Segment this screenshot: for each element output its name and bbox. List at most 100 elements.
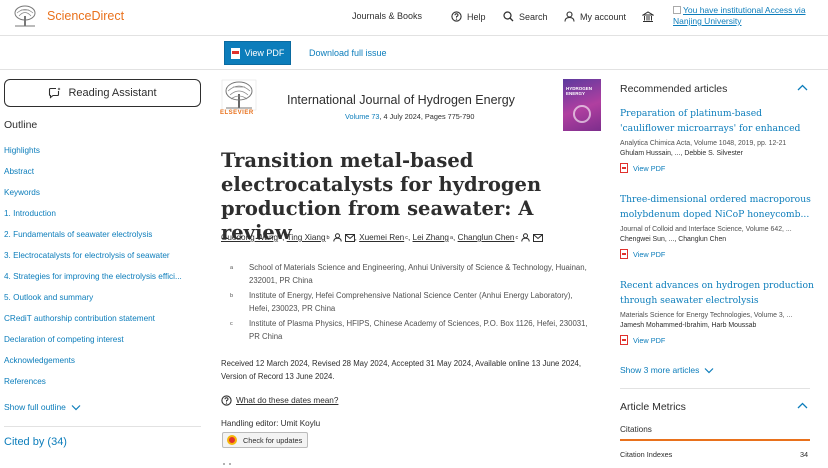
recommended-articles-heading: Recommended articles [620,83,728,95]
show-full-outline-button[interactable]: Show full outline [4,402,81,412]
elsevier-tree-icon [12,4,38,28]
recommended-article: Recent advances on hydrogen production t… [620,278,816,364]
author-name[interactable]: Guodong Wang [221,233,278,242]
outline-item[interactable]: Abstract [4,165,200,186]
journal-volume-info: Volume 73, 4 July 2024, Pages 775-790 [345,112,474,121]
recommended-view-pdf[interactable]: View PDF [620,163,816,173]
author-name[interactable]: Ting Xiang [287,233,326,242]
outline-item[interactable]: Keywords [4,186,200,207]
chevron-down-icon [71,404,81,410]
pdf-icon [620,163,628,173]
institutional-access-link[interactable]: You have institutional Access via Nanjin… [673,5,823,27]
affiliation-text: Institute of Energy, Hefei Comprehensive… [249,291,573,313]
show-more-articles-button[interactable]: Show 3 more articles [620,365,714,375]
affiliation: b Institute of Energy, Hefei Comprehensi… [230,290,593,315]
affiliation-sup: b [230,293,234,299]
broken-image-icon [673,6,681,14]
chevron-down-icon [704,367,714,373]
nav-help[interactable]: Help [451,11,486,22]
search-icon [503,11,514,22]
recommended-article-source: Journal of Colloid and Interface Science… [620,226,792,233]
dates-help-link[interactable]: What do these dates mean? [221,395,338,406]
view-pdf-button[interactable]: View PDF [224,41,291,65]
author-affiliation-sup: b [326,234,330,241]
outline-item[interactable]: 5. Outlook and summary [4,291,200,312]
nav-label: My account [580,11,627,22]
handling-editor: Handling editor: Umit Koylu [221,419,321,428]
volume-link[interactable]: Volume 73 [345,112,379,121]
recommended-view-pdf[interactable]: View PDF [620,249,816,259]
show-full-outline-label: Show full outline [4,402,66,412]
citations-underline [620,439,810,441]
help-circle-icon [451,11,462,22]
outline-list: Highlights Abstract Keywords 1. Introduc… [4,144,200,396]
institutional-access-text: You have institutional Access via Nanjin… [673,5,806,26]
recommended-article-authors: Jamesh Mohammed-Ibrahim, Harb Moussab [620,322,757,329]
download-full-issue-link[interactable]: Download full issue [309,48,387,58]
recommended-view-pdf[interactable]: View PDF [620,335,816,345]
sidebar-divider [4,426,201,427]
recommended-article: Preparation of platinum-based 'cauliflow… [620,106,816,192]
article-toolbar: View PDF Download full issue [0,37,828,70]
institution-button[interactable] [642,11,659,23]
author-name[interactable]: Xuemei Ren [359,233,404,242]
pdf-icon [620,335,628,345]
affiliation: a School of Materials Science and Engine… [230,262,593,287]
cover-graphic [573,105,591,123]
affiliation-text: School of Materials Science and Engineer… [249,263,587,285]
view-pdf-label: View PDF [633,335,666,345]
outline-item[interactable]: 4. Strategies for improving the electrol… [4,270,200,291]
outline-item[interactable]: 2. Fundamentals of seawater electrolysis [4,228,200,249]
outline-item[interactable]: 3. Electrocatalysts for electrolysis of … [4,249,200,270]
nav-my-account[interactable]: My account [564,11,626,22]
affiliation-sup: c [230,321,233,327]
citation-indexes-label: Citation Indexes [620,450,673,459]
dates-help-label: What do these dates mean? [236,396,339,405]
author-affiliation-sup: a [279,234,283,241]
author-name[interactable]: Lei Zhang [413,233,449,242]
cover-title: HYDROGEN ENERGY [566,86,593,96]
outline-item[interactable]: Acknowledgements [4,354,200,375]
recommended-article-title[interactable]: Three-dimensional ordered macroporous mo… [620,192,816,222]
nav-label: Search [519,11,548,22]
person-icon[interactable] [521,233,530,242]
outline-item[interactable]: 1. Introduction [4,207,200,228]
nav-label: Help [467,11,486,22]
cited-by-link[interactable]: Cited by (34) [4,436,67,448]
chevron-up-icon[interactable] [797,84,808,91]
top-header: ScienceDirect Journals & Books Help Sear… [0,0,828,36]
outline-item[interactable]: Declaration of competing interest [4,333,200,354]
email-icon[interactable] [344,233,355,242]
check-for-updates-button[interactable]: Check for updates [222,432,308,448]
affiliation-text: Institute of Plasma Physics, HFIPS, Chin… [249,319,588,341]
person-icon[interactable] [332,233,342,242]
citations-label: Citations [620,425,652,434]
nav-journals-books[interactable]: Journals & Books [352,11,422,21]
help-circle-icon [221,395,232,406]
article-title: Transition metal-based electrocatalysts … [221,149,542,244]
more-content-dots-icon [223,463,231,465]
recommended-article-authors: Ghulam Hussain, ..., Debbie S. Silvester [620,150,743,157]
reading-assistant-label: Reading Assistant [68,87,157,99]
outline-item[interactable]: CRediT authorship contribution statement [4,312,200,333]
recommended-article-title[interactable]: Preparation of platinum-based 'cauliflow… [620,106,816,136]
journal-title-link[interactable]: International Journal of Hydrogen Energy [287,93,515,107]
brand-name: ScienceDirect [47,9,125,23]
recommended-article: Three-dimensional ordered macroporous mo… [620,192,816,278]
recommended-article-source: Analytica Chimica Acta, Volume 1048, 201… [620,140,787,147]
email-icon[interactable] [533,233,544,242]
outline-item[interactable]: Highlights [4,144,200,165]
outline-item[interactable]: References [4,375,200,396]
author-affiliation-sup: a [449,234,454,241]
journal-cover-image[interactable]: HYDROGEN ENERGY [563,79,601,131]
author-affiliation-sup: c [515,234,519,241]
recommended-article-title[interactable]: Recent advances on hydrogen production t… [620,278,816,308]
chevron-up-icon[interactable] [797,402,808,409]
author-name[interactable]: Changlun Chen [458,233,515,242]
sciencedirect-logo[interactable]: ScienceDirect [12,4,124,28]
recommended-article-authors: Chengwei Sun, ..., Changlun Chen [620,236,727,243]
nav-search[interactable]: Search [503,11,548,22]
reading-assistant-button[interactable]: Reading Assistant [4,79,201,107]
volume-date-pages: , 4 July 2024, Pages 775-790 [379,112,475,121]
view-pdf-label: View PDF [633,249,666,259]
